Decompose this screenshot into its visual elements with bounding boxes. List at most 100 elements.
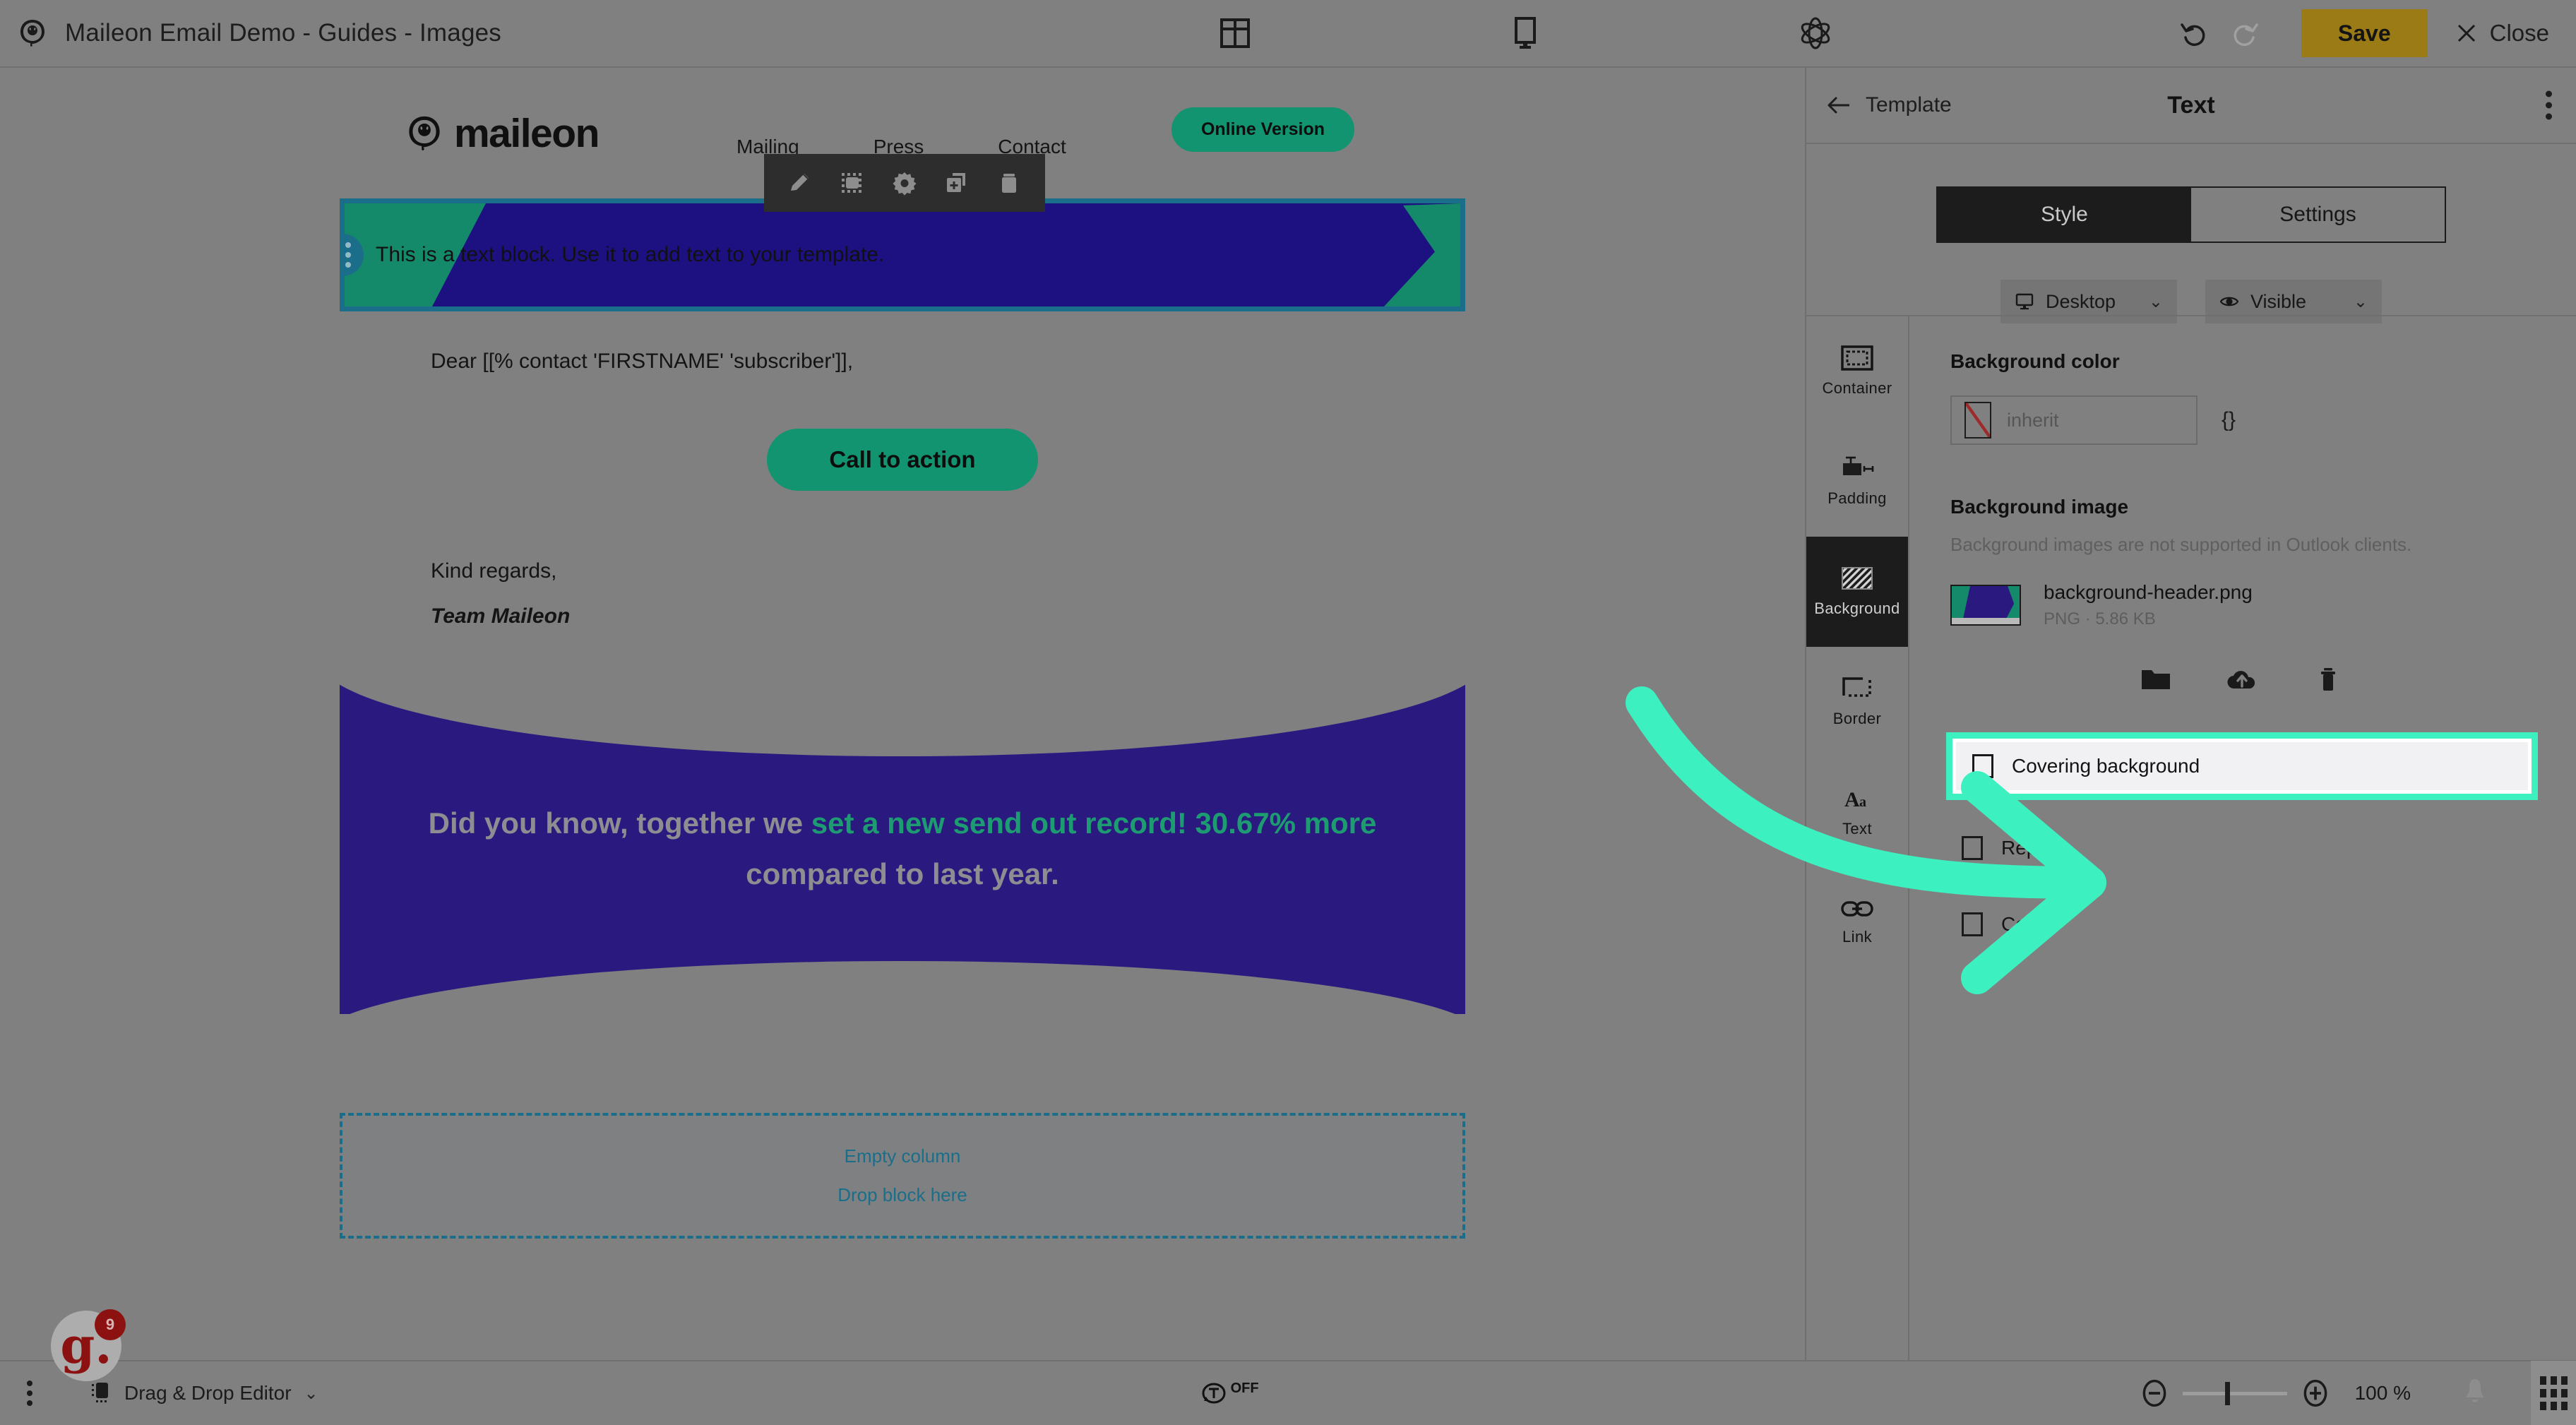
background-image-file: background-header.png PNG · 5.86 KB [1950,581,2534,629]
zoom-in-button[interactable] [2301,1379,2330,1407]
checkbox-repeat[interactable] [1962,836,1983,860]
duplicate-icon[interactable] [931,161,983,205]
sidebar-item-padding[interactable]: Padding [1806,427,1908,537]
close-icon [2457,24,2475,42]
background-color-row: inherit {} [1950,395,2534,445]
sidebar-item-container[interactable]: Container [1806,316,1908,427]
text-toggle-icon [1202,1383,1226,1404]
email-regards: Kind regards, [431,559,557,583]
tab-style[interactable]: Style [1938,188,2191,242]
email-canvas[interactable]: maileon Mailing Press Contact Online Ver… [0,68,1805,1360]
option-label: Covering background [2012,755,2200,777]
close-button[interactable]: Close [2456,20,2558,47]
maileon-logo-icon [16,16,49,50]
brand-name: maileon [454,111,600,156]
checkbox-center[interactable] [1962,912,1983,936]
text-block-bg-shape-right [1384,203,1460,306]
redo-icon[interactable] [2219,8,2270,59]
settings-atom-icon[interactable] [1796,13,1835,53]
hero-text-part1: Did you know, together we [428,806,811,840]
svg-text:a: a [1859,794,1866,810]
sidebar-item-border[interactable]: Border [1806,647,1908,757]
notifications-icon[interactable] [2463,1376,2487,1411]
editor-mode-select[interactable]: Drag & Drop Editor ⌄ [90,1381,318,1406]
background-image-file-info: background-header.png PNG · 5.86 KB [2044,581,2253,629]
device-select-value: Desktop [2046,290,2116,312]
checkbox-covering-background[interactable] [1972,754,1993,778]
tab-settings[interactable]: Settings [2191,188,2445,242]
option-center[interactable]: Center [1950,896,2534,953]
trash-icon[interactable] [983,161,1035,205]
select-block-icon[interactable] [826,161,878,205]
color-swatch-none-icon [1964,402,1991,439]
sidebar-item-label: Border [1832,710,1882,727]
zoom-out-button[interactable] [2140,1379,2169,1407]
desktop-preview-icon[interactable] [1505,13,1545,53]
option-label: Center [2001,913,2061,935]
apps-grid-button[interactable] [2531,1361,2576,1425]
block-context-toolbar [764,154,1045,212]
hero-text-part3: compared to last year. [746,857,1059,890]
drag-drop-editor-icon [92,1383,108,1402]
link-icon [1841,901,1873,917]
selected-text-block[interactable]: This is a text block. Use it to add text… [340,198,1465,311]
online-version-button[interactable]: Online Version [1171,107,1354,152]
apps-grid-icon [2539,1376,2568,1410]
preview-toggle[interactable]: OFF [1200,1379,1259,1407]
zoom-slider[interactable] [2182,1381,2287,1405]
topbar-left-group: Maileon Email Demo - Guides - Images [0,16,883,50]
properties-panel: Template Text Style Settings Desktop ⌄ V… [1805,68,2576,1360]
undo-icon[interactable] [2169,8,2219,59]
edit-pencil-icon[interactable] [774,161,826,205]
sidebar-item-link[interactable]: Link [1806,867,1908,977]
hero-banner-block[interactable]: Did you know, together we set a new send… [340,684,1465,1014]
sidebar-item-label: Padding [1827,489,1887,507]
svg-text:A: A [1844,788,1860,811]
folder-browse-icon[interactable] [2137,660,2175,698]
zoom-slider-thumb[interactable] [2224,1381,2230,1405]
email-brand: maileon [405,110,600,157]
visibility-select-value: Visible [2250,290,2307,312]
topbar-center-group [883,13,2169,53]
bottombar-more-options-icon[interactable] [27,1381,90,1406]
empty-column-title: Empty column [844,1145,961,1167]
panel-title: Text [2167,91,2215,119]
panel-body: Container Padding Background Border A a … [1806,315,2576,1360]
panel-more-options-icon[interactable] [2546,90,2552,120]
container-icon [1841,345,1873,371]
support-chat-widget[interactable]: g. 9 [51,1309,126,1381]
cloud-upload-icon[interactable] [2223,660,2261,698]
background-color-section-title: Background color [1950,350,2120,372]
bottom-status-bar: Drag & Drop Editor ⌄ OFF 100 % [0,1360,2576,1425]
background-image-filename: background-header.png [2044,581,2253,603]
hero-text-highlight: set a new send out record! 30.67% more [811,806,1377,840]
code-toggle-button[interactable]: {} [2222,408,2236,432]
chat-widget-badge: 9 [95,1309,126,1340]
panel-header: Template Text [1806,68,2576,144]
option-covering-background[interactable]: Covering background [1946,732,2538,800]
empty-column-dropzone[interactable]: Empty column Drop block here [340,1113,1465,1239]
call-to-action-button[interactable]: Call to action [767,429,1038,491]
background-color-value: inherit [2007,409,2059,431]
close-label: Close [2489,20,2549,46]
sidebar-item-background[interactable]: Background [1806,537,1908,647]
bottombar-center-group: OFF [318,1379,2140,1407]
trash-icon[interactable] [2309,660,2347,698]
gear-icon[interactable] [878,161,931,205]
background-image-section-title: Background image [1950,496,2129,518]
topbar-right-group: Save Close [2169,8,2576,59]
sidebar-item-label: Text [1842,820,1872,837]
sidebar-item-text[interactable]: A a Text [1806,757,1908,867]
background-image-filemeta: PNG · 5.86 KB [2044,609,2156,628]
background-options: Covering background Repeat Center [1946,732,2538,953]
background-image-thumbnail[interactable] [1950,585,2021,626]
drag-dots-icon [345,242,351,268]
save-button[interactable]: Save [2301,9,2428,57]
cta-wrapper: Call to action [338,374,1467,491]
background-color-input[interactable]: inherit [1950,395,2198,445]
preview-toggle-state: OFF [1230,1381,1259,1396]
layout-columns-icon[interactable] [1215,13,1255,53]
option-repeat[interactable]: Repeat [1950,820,2534,876]
background-image-hint: Background images are not supported in O… [1950,534,2412,555]
email-body: Dear [[% contact 'FIRSTNAME' 'subscriber… [338,311,1467,628]
